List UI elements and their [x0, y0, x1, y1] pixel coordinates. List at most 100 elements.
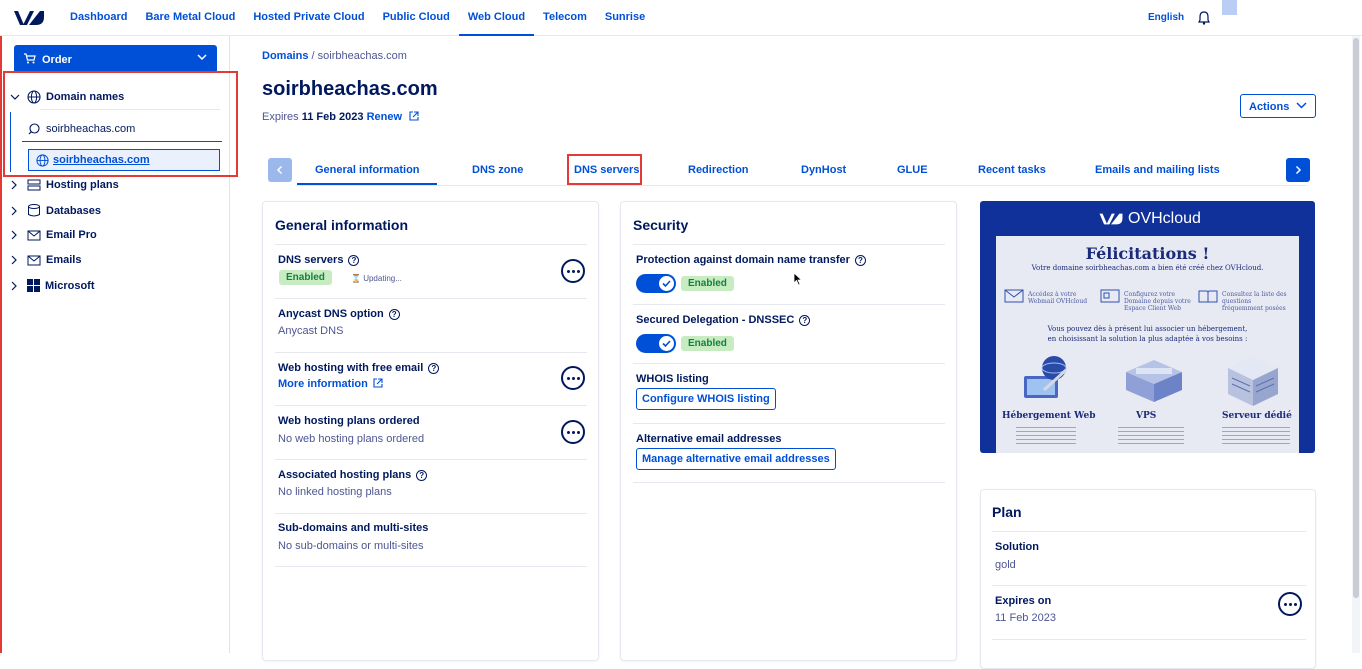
divider — [633, 304, 945, 305]
plan-expires-value: 11 Feb 2023 — [995, 612, 1056, 624]
promo-link-faq[interactable]: Consultez la liste des questions fréquem… — [1222, 291, 1292, 312]
whois-label: WHOIS listing — [636, 373, 709, 385]
page-scrollbar-thumb[interactable] — [1353, 38, 1359, 598]
tabs-scroll-right-button[interactable] — [1286, 158, 1310, 182]
promo-link-webmail[interactable]: Accédez à votre Webmail OVHcloud — [1028, 291, 1093, 305]
chevron-down-icon — [197, 54, 207, 61]
subdomains-label: Sub-domains and multi-sites — [278, 522, 429, 534]
plan-expires-more-button[interactable] — [1278, 592, 1302, 616]
chevron-down-icon — [1296, 102, 1307, 109]
external-link-icon[interactable] — [409, 111, 419, 121]
dnssec-status-badge: Enabled — [681, 336, 734, 351]
tree-email-pro[interactable]: Email Pro — [10, 229, 97, 241]
nav-web-cloud[interactable]: Web Cloud — [458, 0, 535, 36]
actions-button[interactable]: Actions — [1240, 94, 1316, 118]
plan-card: Plan Solution gold Expires on 11 Feb 202… — [980, 489, 1316, 669]
email-pro-label: Email Pro — [46, 229, 97, 241]
dedicated-server-illustration-icon — [1228, 356, 1278, 406]
mouse-cursor-icon — [793, 272, 803, 286]
tree-domain-names[interactable]: Domain names — [10, 90, 124, 104]
alt-email-label: Alternative email addresses — [636, 433, 782, 445]
actions-label: Actions — [1249, 101, 1290, 113]
emails-label: Emails — [46, 254, 82, 266]
dnssec-toggle[interactable] — [636, 334, 676, 353]
chevron-down-icon — [10, 94, 20, 100]
transfer-protection-toggle[interactable] — [636, 274, 676, 293]
language-selector[interactable]: English — [1148, 12, 1184, 23]
help-icon[interactable]: ? — [799, 315, 811, 326]
nav-public-cloud[interactable]: Public Cloud — [374, 0, 459, 36]
dns-servers-more-button[interactable] — [561, 259, 585, 283]
security-card: Security Protection against domain name … — [620, 201, 957, 661]
tree-emails[interactable]: Emails — [10, 254, 81, 266]
ovhcloud-promo-banner[interactable]: OVHcloud Félicitations ! Votre domaine s… — [980, 201, 1315, 453]
manage-alt-email-button[interactable]: Manage alternative email addresses — [636, 448, 836, 470]
main-nav: Dashboard Bare Metal Cloud Hosted Privat… — [70, 0, 654, 36]
ovhcloud-logo-icon[interactable] — [12, 9, 46, 27]
order-button[interactable]: Order — [14, 45, 217, 73]
nav-dashboard[interactable]: Dashboard — [70, 0, 136, 36]
offer-dedicated-server[interactable]: Serveur dédié — [1222, 411, 1292, 421]
selected-domain-item[interactable]: soirbheachas.com — [28, 149, 220, 171]
account-badge[interactable] — [1222, 0, 1237, 15]
plan-expires-label: Expires on — [995, 595, 1052, 607]
tab-dns-zone[interactable]: DNS zone — [472, 164, 523, 176]
domain-search-input[interactable]: soirbheachas.com — [22, 120, 222, 142]
promo-mid-line-1: Vous pouvez dès à présent lui associer u… — [1047, 325, 1248, 333]
tree-databases[interactable]: Databases — [10, 204, 101, 217]
solution-value: gold — [995, 559, 1016, 571]
divider — [275, 244, 587, 245]
nav-telecom[interactable]: Telecom — [534, 0, 596, 36]
vps-illustration-icon — [1126, 360, 1182, 402]
sidebar: Order Domain names soirbheachas.com soir… — [0, 36, 238, 653]
tabs-scroll-left-button[interactable] — [268, 158, 292, 182]
tab-dynhost[interactable]: DynHost — [801, 164, 846, 176]
database-icon — [28, 204, 40, 217]
promo-mid-line-2: en choisissant la solution la plus adapt… — [1047, 335, 1248, 343]
tab-general-information[interactable]: General information — [315, 164, 420, 176]
anycast-label: Anycast DNS option? — [278, 308, 400, 320]
bell-icon[interactable] — [1198, 11, 1210, 25]
divider — [992, 531, 1306, 532]
help-icon[interactable]: ? — [416, 470, 428, 481]
configure-whois-button[interactable]: Configure WHOIS listing — [636, 388, 776, 410]
help-icon[interactable]: ? — [854, 255, 866, 266]
offer-vps[interactable]: VPS — [1136, 411, 1156, 421]
renew-link[interactable]: Renew — [367, 111, 402, 123]
active-tab-indicator — [297, 183, 437, 185]
plans-ordered-more-button[interactable] — [561, 420, 585, 444]
help-icon[interactable]: ? — [388, 309, 400, 320]
tree-microsoft[interactable]: Microsoft — [10, 279, 95, 292]
page-title: soirbheachas.com — [262, 78, 438, 100]
subdomains-value: No sub-domains or multi-sites — [278, 540, 424, 552]
webhosting-more-button[interactable] — [561, 366, 585, 390]
chevron-right-icon — [11, 180, 17, 190]
divider — [40, 109, 220, 110]
domain-names-label: Domain names — [46, 91, 125, 103]
plan-title: Plan — [992, 504, 1022, 520]
help-icon[interactable]: ? — [428, 363, 440, 374]
chevron-right-icon — [11, 230, 17, 240]
breadcrumb: Domains / soirbheachas.com — [262, 50, 407, 62]
tree-hosting-plans[interactable]: Hosting plans — [10, 179, 119, 191]
breadcrumb-domains[interactable]: Domains — [262, 50, 308, 62]
nav-sunrise[interactable]: Sunrise — [596, 0, 654, 36]
promo-link-client-area[interactable]: Configurez votre Domaine depuis votre Es… — [1124, 291, 1194, 312]
nav-hosted-private-cloud[interactable]: Hosted Private Cloud — [244, 0, 373, 36]
tab-redirection[interactable]: Redirection — [688, 164, 749, 176]
webhosting-free-email-label: Web hosting with free email? — [278, 362, 440, 374]
updating-status: ⌛ Updating... — [351, 274, 402, 283]
offer-web-hosting[interactable]: Hébergement Web — [1002, 411, 1096, 421]
expires-date: 11 Feb 2023 — [301, 111, 364, 123]
chevron-right-icon — [11, 281, 17, 290]
check-icon — [662, 340, 671, 348]
tabs-baseline — [297, 185, 1307, 186]
help-icon[interactable]: ? — [348, 255, 360, 266]
dns-servers-label: DNS servers? — [278, 254, 360, 266]
more-information-link[interactable]: More information — [278, 378, 383, 390]
nav-bare-metal-cloud[interactable]: Bare Metal Cloud — [136, 0, 244, 36]
tab-emails-mailing-lists[interactable]: Emails and mailing lists — [1095, 164, 1220, 176]
offer-description-line — [1222, 424, 1290, 446]
tab-recent-tasks[interactable]: Recent tasks — [978, 164, 1046, 176]
tab-glue[interactable]: GLUE — [897, 164, 928, 176]
